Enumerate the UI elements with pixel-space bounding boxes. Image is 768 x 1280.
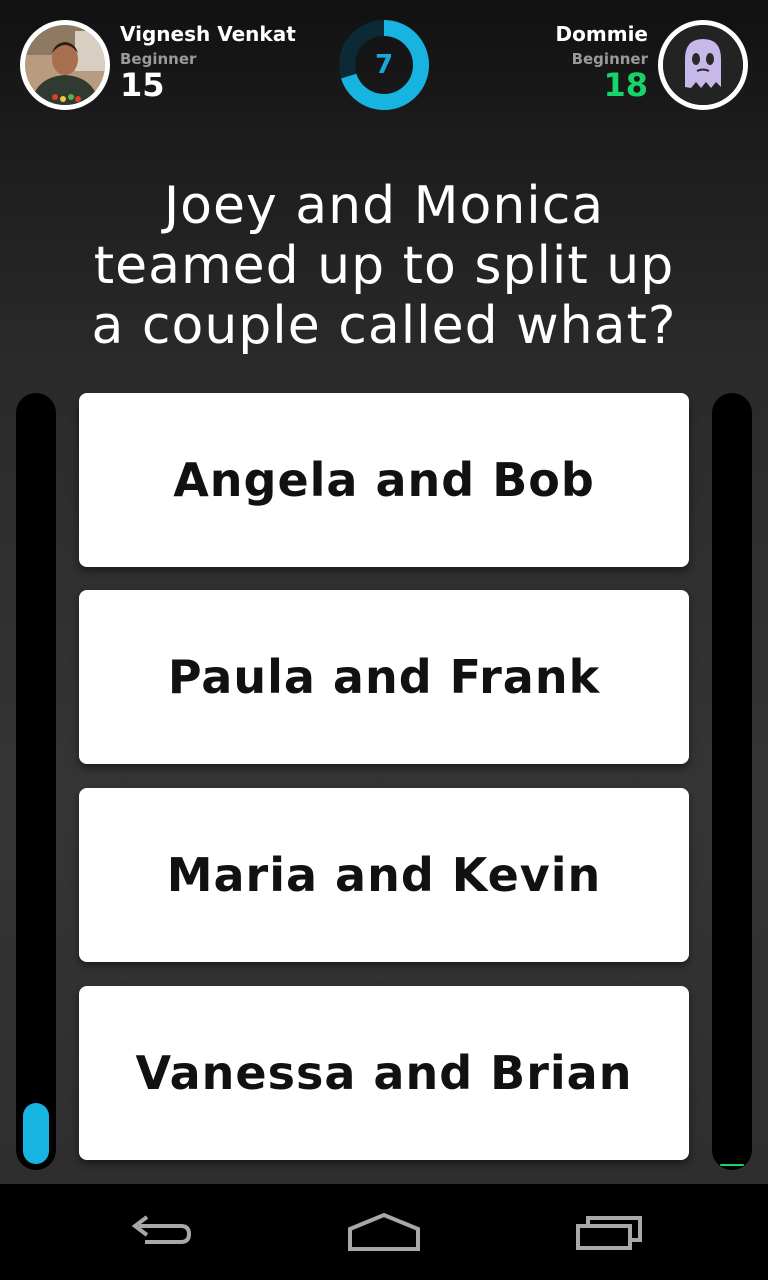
- system-nav-bar: [0, 1184, 768, 1280]
- nav-home-button[interactable]: [324, 1184, 444, 1280]
- back-arrow-icon: [131, 1215, 192, 1244]
- player-right-time-bar: [712, 393, 752, 1170]
- question-line: Joey and Monica: [163, 176, 605, 236]
- answer-option-4[interactable]: Vanessa and Brian: [79, 986, 689, 1160]
- question-line: teamed up to split up: [93, 236, 675, 296]
- player-left-time-bar: [16, 393, 56, 1170]
- answer-label: Maria and Kevin: [166, 848, 602, 902]
- answer-label: Vanessa and Brian: [135, 1046, 633, 1100]
- answer-option-1[interactable]: Angela and Bob: [79, 393, 689, 567]
- answer-option-2[interactable]: Paula and Frank: [79, 590, 689, 764]
- player-left-score: 15: [120, 66, 165, 104]
- game-screen: Vignesh Venkat Beginner 15 7 Dommie Begi…: [0, 0, 768, 1280]
- player-right-score: 18: [603, 66, 648, 104]
- player-left-time-fill: [23, 1103, 49, 1164]
- question-text: Joey and Monica teamed up to split up a …: [20, 176, 748, 356]
- player-photo-icon: [25, 25, 105, 105]
- timer-seconds: 7: [374, 50, 394, 80]
- player-right-name: Dommie: [555, 22, 648, 46]
- nav-recents-button[interactable]: [550, 1184, 670, 1280]
- player-right-time-fill: [720, 1164, 744, 1166]
- answer-option-3[interactable]: Maria and Kevin: [79, 788, 689, 962]
- round-timer: 7: [339, 20, 429, 110]
- player-right-avatar: [658, 20, 748, 110]
- answer-label: Paula and Frank: [167, 650, 601, 704]
- player-left-avatar: [20, 20, 110, 110]
- answer-label: Angela and Bob: [173, 453, 595, 507]
- question-line: a couple called what?: [91, 296, 677, 356]
- player-left-name: Vignesh Venkat: [120, 22, 296, 46]
- home-icon: [348, 1212, 420, 1251]
- recent-apps-icon: [576, 1216, 642, 1250]
- nav-back-button[interactable]: [100, 1184, 220, 1280]
- ghost-icon: [663, 25, 743, 105]
